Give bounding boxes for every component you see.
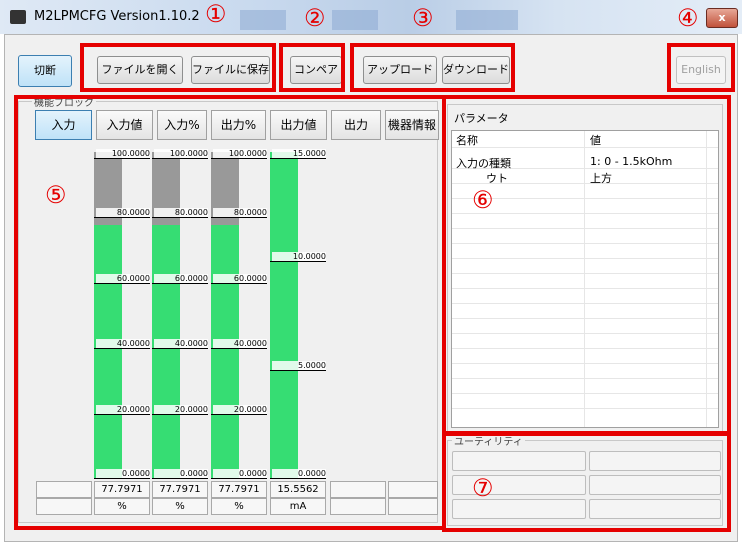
highlight-box-6 — [442, 95, 731, 436]
titlebar-shade — [332, 10, 378, 30]
marker-6: ⑥ — [472, 186, 494, 214]
marker-7: ⑦ — [472, 474, 494, 502]
disconnect-button[interactable]: 切断 — [18, 55, 72, 87]
app-icon — [10, 10, 26, 24]
highlight-box-5 — [14, 95, 446, 530]
highlight-box-3 — [350, 43, 515, 92]
marker-1: ① — [205, 0, 227, 28]
titlebar-shade — [456, 10, 518, 30]
highlight-box-2 — [279, 43, 345, 92]
highlight-box-4 — [667, 43, 735, 92]
titlebar-shade — [240, 10, 286, 30]
window-title: M2LPMCFG Version1.10.2 — [34, 9, 200, 24]
close-icon: x — [718, 11, 726, 24]
highlight-box-1 — [80, 43, 276, 92]
close-button[interactable]: x — [706, 8, 738, 28]
title-bar[interactable]: M2LPMCFG Version1.10.2 x — [0, 0, 742, 34]
marker-2: ② — [304, 4, 326, 32]
marker-4: ④ — [677, 4, 699, 32]
marker-5: ⑤ — [45, 181, 67, 209]
marker-3: ③ — [412, 4, 434, 32]
